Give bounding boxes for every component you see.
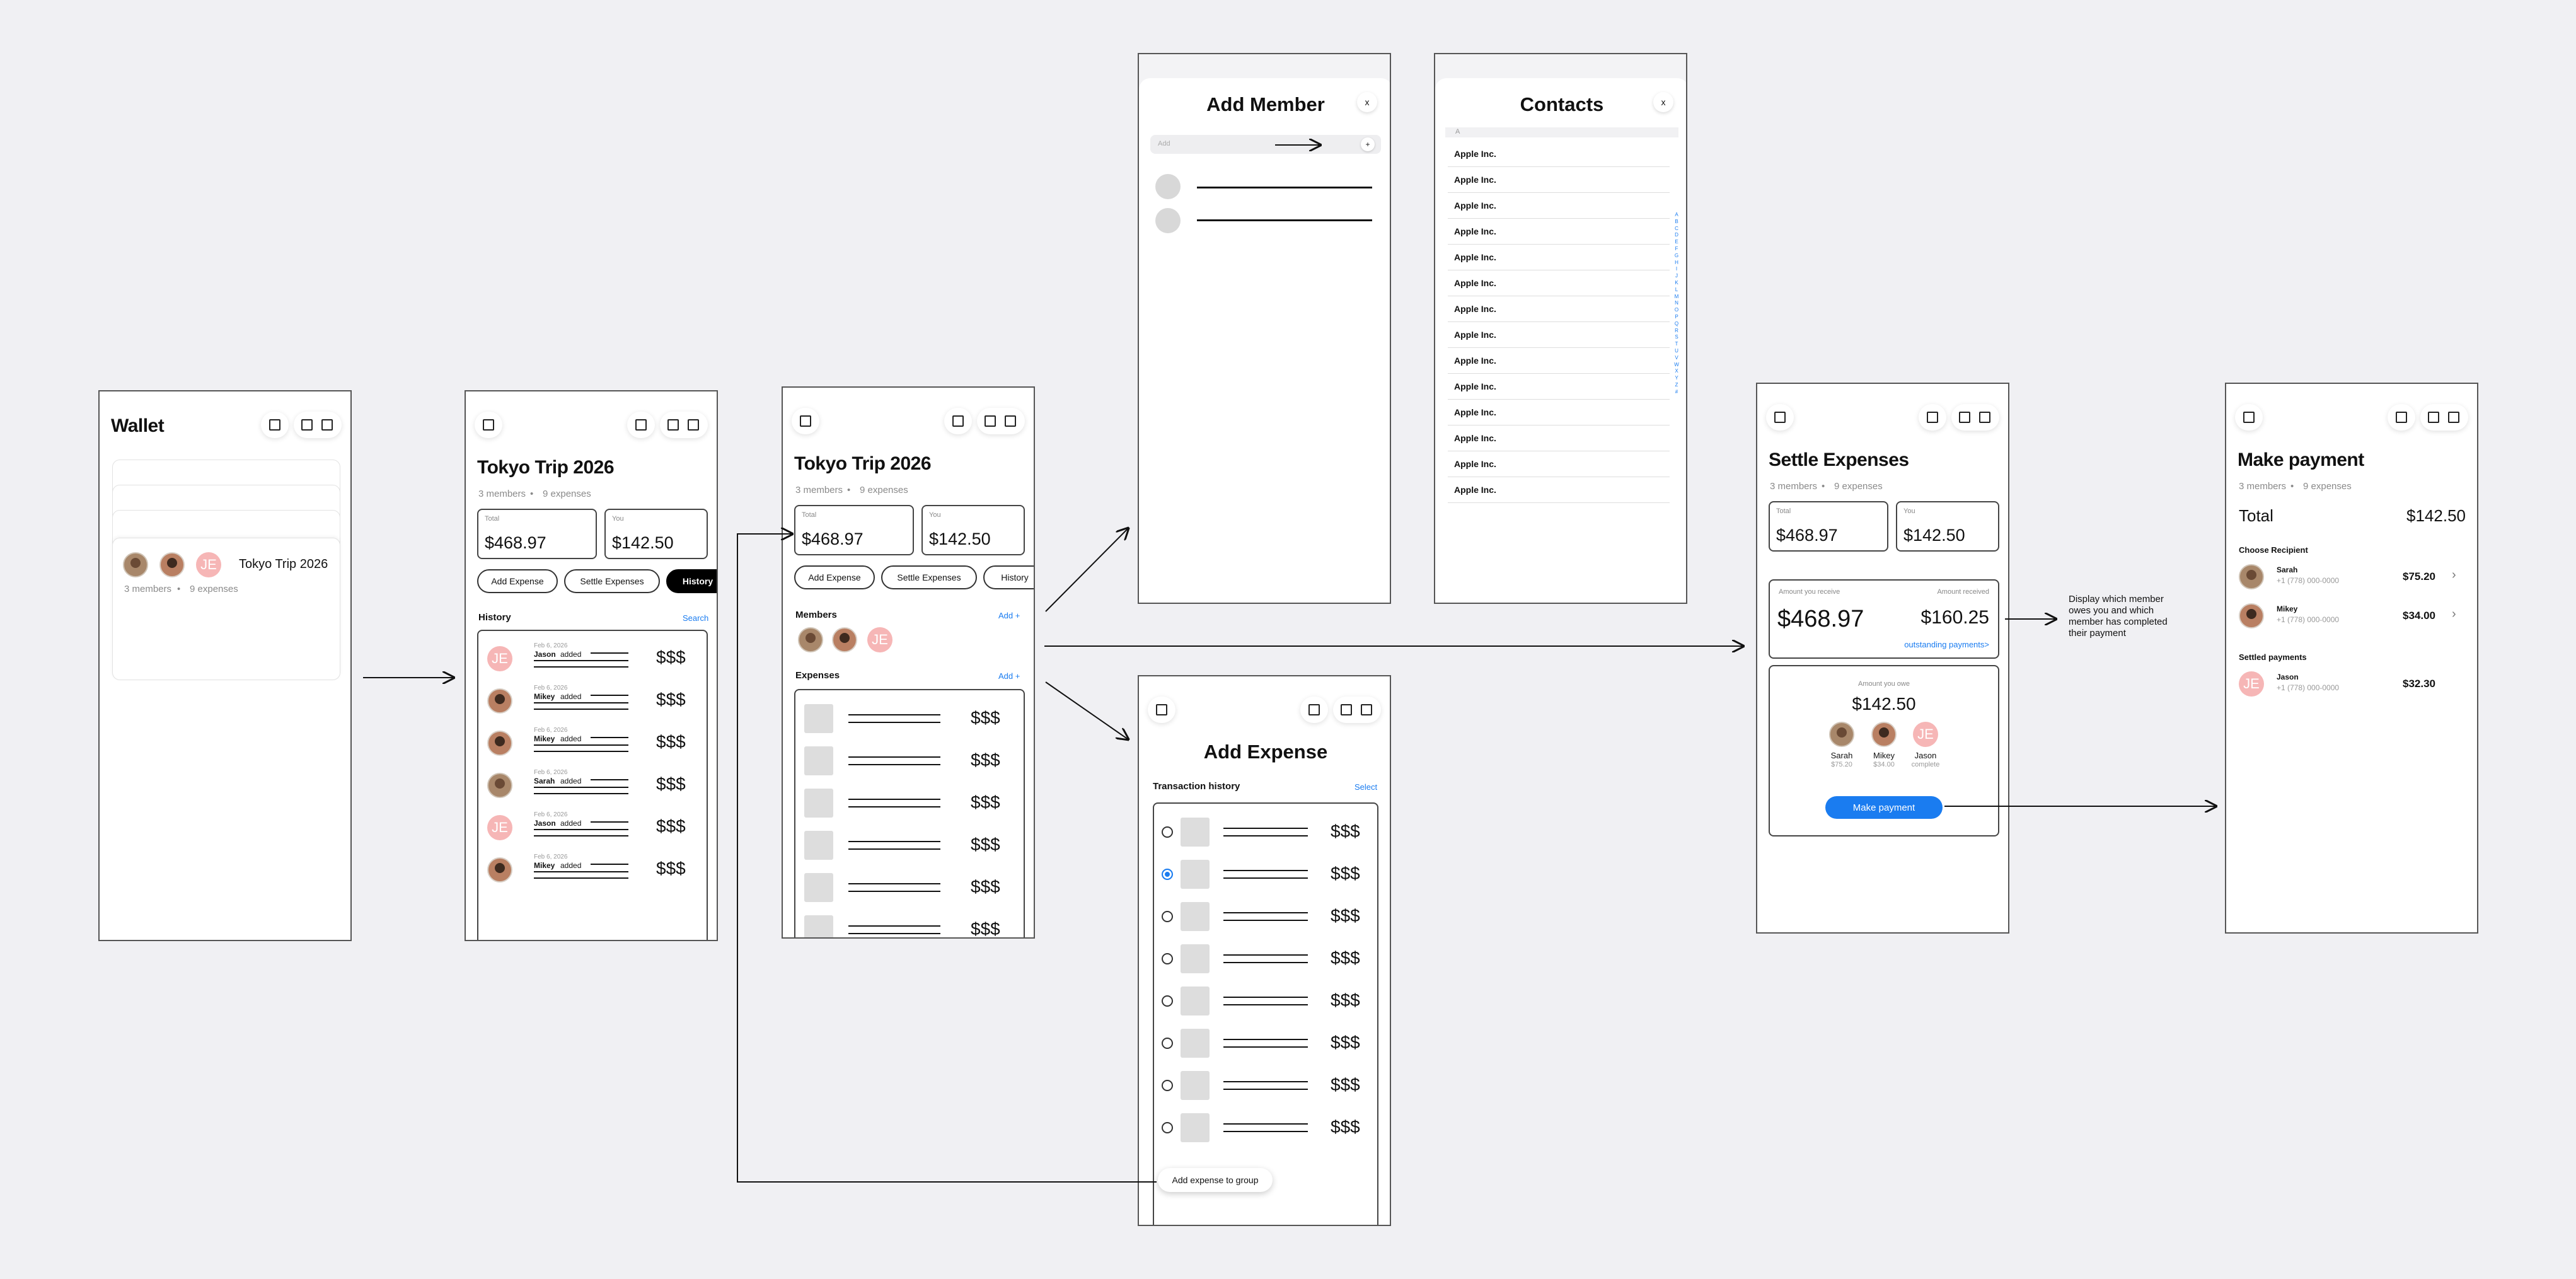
arrow-add-expense-back-to-group [737,534,1157,1183]
arrow-group-to-add-member [1045,528,1128,612]
flow-arrows [363,0,2576,1183]
arrow-group-to-add-expense [1045,681,1128,739]
